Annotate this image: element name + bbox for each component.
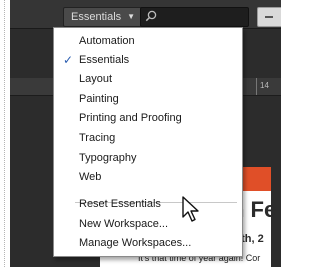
menu-item-automation[interactable]: Automation: [54, 31, 242, 51]
ruler-number: 14: [260, 81, 269, 90]
arrow-cursor-icon: [182, 196, 199, 222]
chevron-down-icon: ▼: [127, 12, 136, 21]
menu-item-label: Typography: [79, 152, 137, 164]
menu-item-label: Essentials: [79, 54, 130, 66]
menu-item-label: Tracing: [79, 132, 116, 144]
menu-item-label: Layout: [79, 73, 113, 85]
menu-item-label: New Workspace...: [79, 218, 169, 230]
minimize-icon: [265, 16, 273, 18]
menu-item-tracing[interactable]: Tracing: [54, 128, 242, 148]
menu-item-painting[interactable]: Painting: [54, 89, 242, 109]
menu-item-label: Web: [79, 171, 102, 183]
ruler-tick: [256, 78, 257, 95]
workspace-switcher-label: Essentials: [71, 11, 122, 23]
menu-item-label: Printing and Proofing: [79, 112, 182, 124]
workspace-menu: Automation ✓ Essentials Layout Painting …: [53, 27, 243, 257]
canvas-edge-guide: [4, 0, 5, 267]
menu-item-layout[interactable]: Layout: [54, 69, 242, 89]
menu-item-label: Painting: [79, 93, 119, 105]
workspace-switcher-button[interactable]: Essentials ▼: [63, 7, 144, 27]
menu-item-new-workspace[interactable]: New Workspace...: [54, 214, 242, 234]
menu-item-label: Reset Essentials: [79, 198, 161, 210]
menu-item-web[interactable]: Web: [54, 167, 242, 187]
menu-item-essentials[interactable]: ✓ Essentials: [54, 50, 242, 70]
menu-item-label: Automation: [79, 35, 135, 47]
application-bar: Essentials ▼: [10, 0, 281, 29]
search-input[interactable]: [140, 7, 249, 27]
menu-item-typography[interactable]: Typography: [54, 148, 242, 168]
menu-item-manage-workspaces[interactable]: Manage Workspaces...: [54, 233, 242, 253]
minimize-button[interactable]: [257, 7, 281, 27]
search-icon: [145, 10, 157, 22]
menu-item-label: Manage Workspaces...: [79, 237, 192, 249]
checkmark-icon: ✓: [63, 53, 74, 67]
menu-item-reset-essentials[interactable]: Reset Essentials: [54, 194, 242, 214]
menu-item-printing-and-proofing[interactable]: Printing and Proofing: [54, 108, 242, 128]
